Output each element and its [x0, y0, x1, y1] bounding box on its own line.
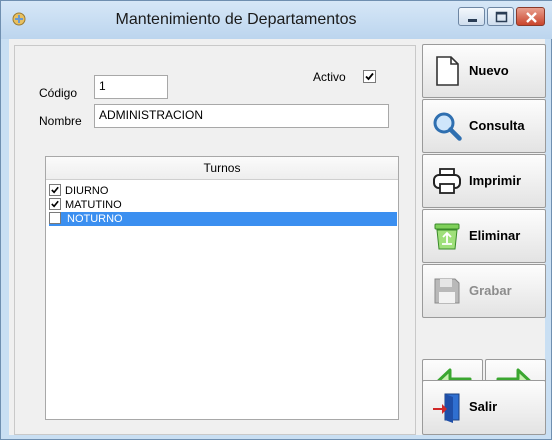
- minimize-button[interactable]: [458, 7, 485, 26]
- consulta-label: Consulta: [469, 118, 525, 133]
- nuevo-button[interactable]: Nuevo: [422, 44, 546, 98]
- consulta-button[interactable]: Consulta: [422, 99, 546, 153]
- eliminar-label: Eliminar: [469, 228, 521, 243]
- codigo-field[interactable]: 1: [94, 75, 168, 99]
- imprimir-label: Imprimir: [469, 173, 522, 188]
- list-item[interactable]: MATUTINO: [49, 198, 397, 212]
- item-label: MATUTINO: [65, 199, 122, 211]
- item-label: DIURNO: [65, 185, 109, 197]
- maximize-button[interactable]: [487, 7, 514, 26]
- activo-checkbox[interactable]: [363, 70, 376, 83]
- nombre-label: Nombre: [39, 114, 82, 128]
- item-checkbox[interactable]: [49, 184, 61, 196]
- item-checkbox[interactable]: [49, 212, 61, 224]
- client-area: Código 1 Activo Nombre ADMINISTRACION Tu…: [9, 39, 546, 435]
- activo-label: Activo: [313, 70, 346, 84]
- salir-button[interactable]: Salir: [422, 380, 546, 435]
- turnos-list[interactable]: Turnos DIURNO MATUTINO NOTURNO: [45, 156, 399, 420]
- nuevo-label: Nuevo: [469, 63, 509, 78]
- turnos-header: Turnos: [46, 157, 398, 180]
- title-bar[interactable]: Mantenimiento de Departamentos: [1, 1, 552, 39]
- grabar-label: Grabar: [469, 283, 512, 298]
- checkmark-icon: [51, 200, 59, 208]
- checkmark-icon: [365, 72, 374, 81]
- grabar-button[interactable]: Grabar: [422, 264, 546, 318]
- save-icon: [434, 278, 460, 304]
- form-panel: Código 1 Activo Nombre ADMINISTRACION Tu…: [14, 45, 416, 435]
- salir-label: Salir: [469, 399, 498, 414]
- new-document-icon: [436, 56, 459, 86]
- exit-door-icon: [433, 393, 460, 423]
- checkmark-icon: [51, 186, 59, 194]
- close-button[interactable]: [516, 7, 545, 26]
- app-window: Mantenimiento de Departamentos Código 1 …: [0, 0, 552, 440]
- search-icon: [433, 112, 462, 141]
- close-icon: [526, 12, 537, 23]
- maximize-icon: [495, 11, 508, 23]
- codigo-label: Código: [39, 86, 78, 100]
- imprimir-button[interactable]: Imprimir: [422, 154, 546, 208]
- list-item[interactable]: DIURNO: [49, 184, 397, 198]
- item-checkbox[interactable]: [49, 198, 61, 210]
- nombre-field[interactable]: ADMINISTRACION: [94, 104, 389, 128]
- window-title: Mantenimiento de Departamentos: [115, 11, 357, 28]
- recycle-bin-icon: [434, 223, 460, 250]
- printer-icon: [433, 168, 461, 194]
- minimize-icon: [468, 19, 477, 22]
- list-item-selected[interactable]: NOTURNO: [49, 212, 397, 226]
- eliminar-button[interactable]: Eliminar: [422, 209, 546, 263]
- item-label: NOTURNO: [67, 213, 123, 225]
